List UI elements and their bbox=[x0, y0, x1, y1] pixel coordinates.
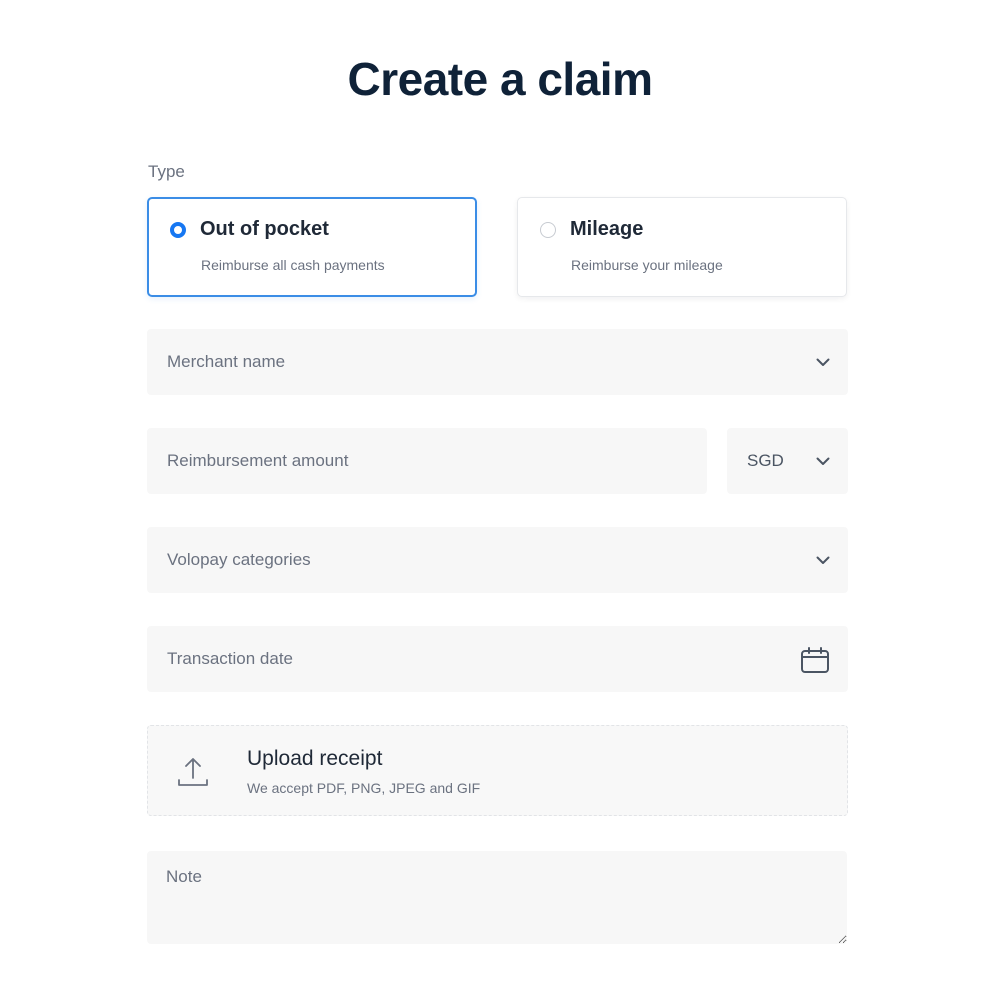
option-title: Mileage bbox=[570, 218, 644, 240]
transaction-date-placeholder: Transaction date bbox=[167, 649, 293, 668]
note-textarea[interactable] bbox=[147, 851, 847, 944]
upload-icon bbox=[178, 758, 208, 786]
type-label: Type bbox=[148, 162, 185, 181]
currency-value: SGD bbox=[747, 451, 784, 470]
page-title: Create a claim bbox=[347, 53, 653, 105]
transaction-date-input[interactable]: Transaction date bbox=[147, 626, 848, 692]
chevron-down-icon bbox=[816, 457, 830, 465]
upload-receipt-dropzone[interactable]: Upload receipt We accept PDF, PNG, JPEG … bbox=[147, 725, 848, 816]
type-option-mileage[interactable]: Mileage Reimburse your mileage bbox=[517, 197, 847, 297]
chevron-down-icon bbox=[816, 556, 830, 564]
option-description: Reimburse your mileage bbox=[571, 257, 723, 273]
upload-title: Upload receipt bbox=[247, 747, 383, 770]
option-description: Reimburse all cash payments bbox=[201, 257, 385, 273]
currency-select[interactable]: SGD bbox=[727, 428, 848, 494]
reimbursement-amount-input[interactable]: Reimbursement amount bbox=[147, 428, 707, 494]
create-claim-page: Create a claim Type Out of pocket Reimbu… bbox=[0, 0, 1000, 1000]
type-option-out-of-pocket[interactable]: Out of pocket Reimburse all cash payment… bbox=[147, 197, 477, 297]
categories-placeholder: Volopay categories bbox=[167, 550, 311, 569]
categories-select[interactable]: Volopay categories bbox=[147, 527, 848, 593]
upload-description: We accept PDF, PNG, JPEG and GIF bbox=[247, 780, 481, 796]
calendar-icon[interactable] bbox=[800, 646, 830, 674]
merchant-name-placeholder: Merchant name bbox=[167, 352, 286, 371]
reimbursement-amount-placeholder: Reimbursement amount bbox=[167, 451, 349, 470]
option-title: Out of pocket bbox=[200, 218, 329, 240]
radio-selected-icon[interactable] bbox=[170, 222, 186, 238]
radio-unselected-icon[interactable] bbox=[540, 222, 556, 238]
merchant-name-select[interactable]: Merchant name bbox=[147, 329, 848, 395]
chevron-down-icon bbox=[816, 358, 830, 366]
